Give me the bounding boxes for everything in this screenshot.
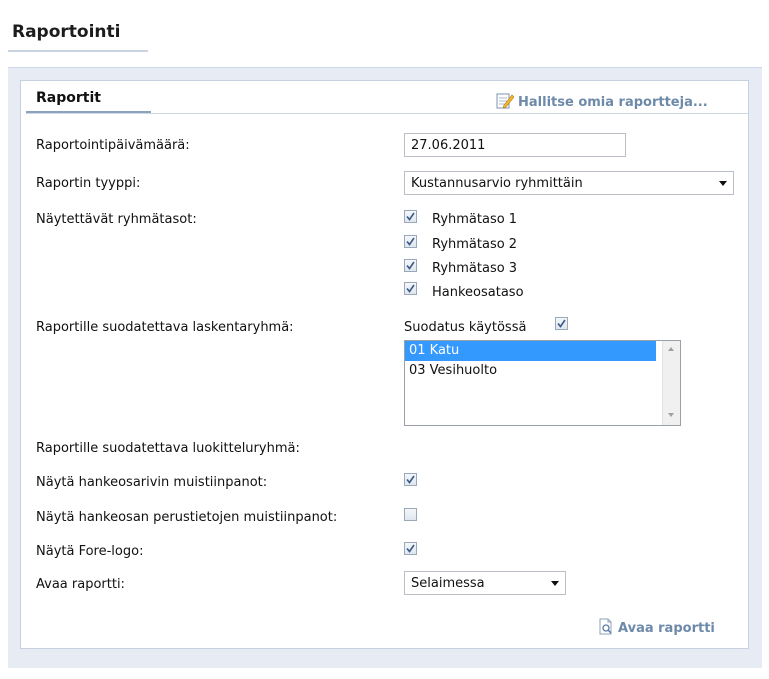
open-in-value: Selaimessa: [411, 575, 485, 591]
filter-enabled-label: Suodatus käytössä: [404, 320, 527, 335]
chevron-down-icon: [719, 180, 727, 186]
report-type-label: Raportin tyyppi:: [36, 176, 141, 191]
base-notes-checkbox[interactable]: [404, 508, 417, 521]
row-notes-checkbox[interactable]: [404, 473, 417, 486]
panel-title-underline: [26, 111, 151, 113]
base-notes-label: Näytä hankeosan perustietojen muistiinpa…: [36, 510, 338, 525]
checkmark-icon: [406, 212, 415, 221]
date-label: Raportointipäivämäärä:: [36, 138, 190, 153]
edit-document-icon: [496, 92, 515, 113]
level-3-checkbox[interactable]: [404, 259, 417, 272]
fore-logo-label: Näytä Fore-logo:: [36, 544, 144, 559]
listbox-scrollbar[interactable]: [662, 341, 680, 425]
checkmark-icon: [406, 261, 415, 270]
level-1-checkbox[interactable]: [404, 210, 417, 223]
page-title: Raportointi: [12, 22, 121, 42]
fore-logo-checkbox[interactable]: [404, 542, 417, 555]
panel-divider: [26, 113, 749, 114]
filter-enabled-checkbox[interactable]: [555, 317, 568, 330]
level-3-label: Ryhmätaso 3: [432, 261, 518, 276]
checkmark-icon: [406, 237, 415, 246]
calc-group-listbox[interactable]: 01 Katu 03 Vesihuolto: [404, 340, 681, 426]
list-item[interactable]: 03 Vesihuolto: [405, 361, 656, 381]
manage-reports-label: Hallitse omia raportteja...: [518, 95, 708, 110]
open-report-label: Avaa raportti: [618, 621, 715, 636]
class-group-label: Raportille suodatettava luokitteluryhmä:: [36, 441, 300, 456]
project-part-level-label: Hankeosataso: [432, 285, 524, 300]
date-input[interactable]: [404, 133, 626, 157]
level-2-label: Ryhmätaso 2: [432, 237, 518, 252]
title-underline: [8, 50, 148, 52]
checkmark-icon: [406, 544, 415, 553]
level-2-checkbox[interactable]: [404, 235, 417, 248]
checkmark-icon: [406, 284, 415, 293]
scroll-down-icon[interactable]: [668, 413, 674, 417]
chevron-down-icon: [551, 580, 559, 586]
panel-title: Raportit: [36, 90, 101, 106]
checkmark-icon: [406, 475, 415, 484]
manage-reports-link[interactable]: Hallitse omia raportteja...: [496, 92, 708, 113]
list-item[interactable]: 01 Katu: [405, 341, 656, 361]
row-notes-label: Näytä hankeosarivin muistiinpanot:: [36, 475, 268, 490]
level-1-label: Ryhmätaso 1: [432, 212, 518, 227]
open-report-button[interactable]: Avaa raportti: [598, 618, 715, 639]
group-levels-label: Näytettävät ryhmätasot:: [36, 212, 197, 227]
open-in-select[interactable]: Selaimessa: [404, 571, 566, 595]
calc-group-label: Raportille suodatettava laskentaryhmä:: [36, 320, 294, 335]
report-type-select[interactable]: Kustannusarvio ryhmittäin: [404, 171, 734, 195]
scroll-up-icon[interactable]: [668, 347, 674, 351]
document-search-icon: [598, 618, 614, 639]
checkmark-icon: [557, 319, 566, 328]
report-type-value: Kustannusarvio ryhmittäin: [411, 175, 583, 191]
project-part-level-checkbox[interactable]: [404, 282, 417, 295]
open-in-label: Avaa raportti:: [36, 577, 125, 592]
